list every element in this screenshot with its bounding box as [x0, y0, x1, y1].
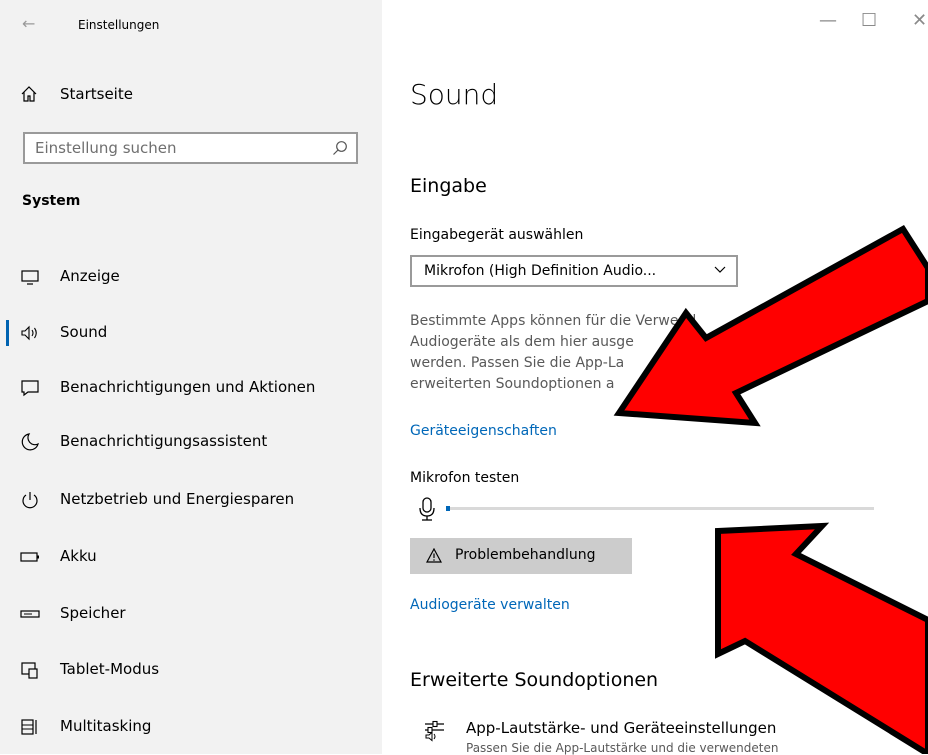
red-arrow-lower — [715, 522, 928, 754]
annotation-overlay — [613, 225, 928, 754]
red-arrow-upper — [613, 225, 928, 427]
